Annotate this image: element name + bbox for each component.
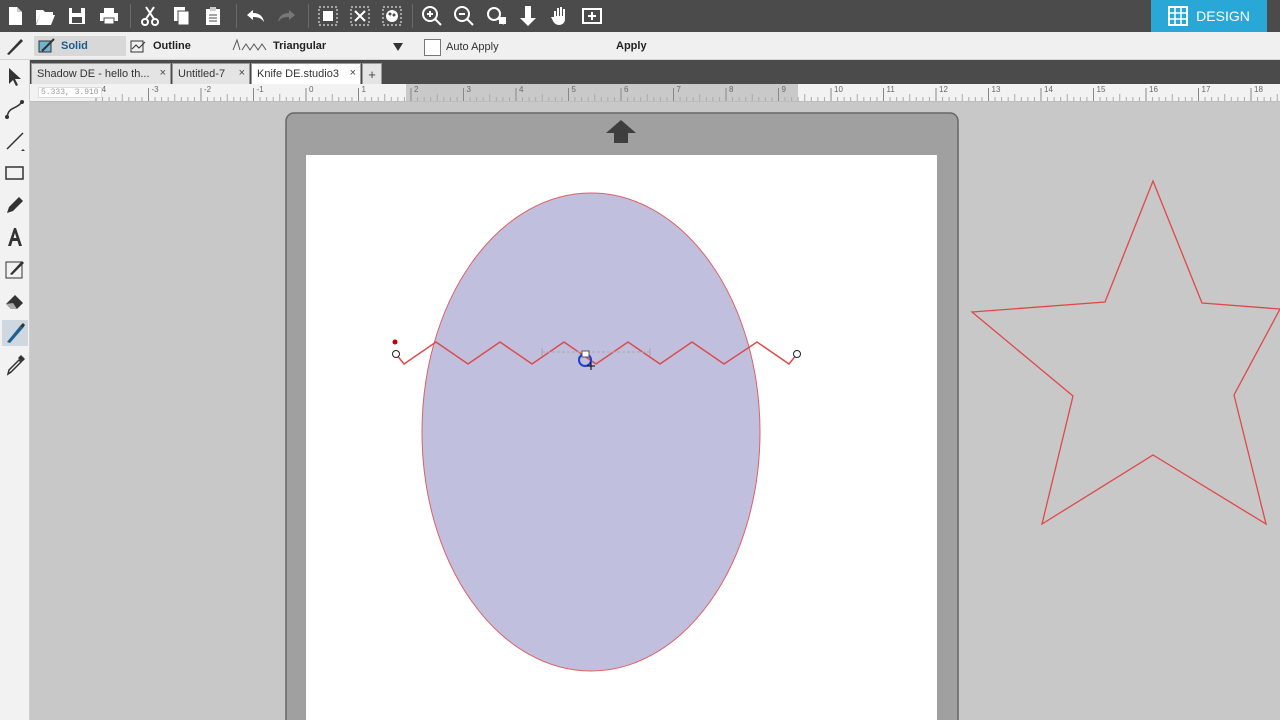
text-icon[interactable]: [2, 224, 28, 250]
ruler-label: 18: [1254, 85, 1263, 94]
eraser-icon[interactable]: [2, 288, 28, 314]
ruler-label: 15: [1096, 85, 1106, 94]
ruler-label: -2: [204, 85, 212, 94]
knife-icon[interactable]: [2, 320, 28, 346]
design-button-label: DESIGN: [1196, 8, 1250, 24]
zoom-in-icon[interactable]: [419, 3, 445, 29]
ruler-label: 10: [834, 85, 843, 94]
triangular-icon: [232, 38, 267, 51]
solid-label: Solid: [61, 40, 88, 52]
ruler-label: 2: [414, 85, 419, 94]
new-icon[interactable]: [2, 3, 28, 29]
ruler-label: 8: [729, 85, 734, 94]
solid-option[interactable]: Solid: [34, 36, 126, 56]
cut-style-dropdown[interactable]: Triangular: [232, 36, 326, 56]
knife-options-bar: Solid Outline Triangular Auto Apply Appl…: [0, 32, 1280, 60]
outline-label: Outline: [153, 40, 191, 52]
close-icon[interactable]: ×: [160, 67, 166, 79]
outline-icon: [130, 40, 146, 53]
line-end-handle[interactable]: [793, 350, 801, 358]
line-icon[interactable]: [2, 128, 28, 154]
ruler-label: 1: [361, 85, 366, 94]
tab-shadow-de[interactable]: Shadow DE - hello th... ×: [31, 63, 171, 84]
left-toolbox: [0, 60, 30, 720]
cursor-coordinates: 5.333, 3.910: [38, 87, 102, 98]
select-icon[interactable]: [2, 64, 28, 90]
document-tabs: Shadow DE - hello th... × Untitled-7 × K…: [30, 60, 1280, 84]
auto-apply-option[interactable]: Auto Apply: [424, 37, 499, 57]
ruler-label: -1: [256, 85, 264, 94]
ruler-label: 4: [519, 85, 524, 94]
anchor-point[interactable]: [392, 339, 398, 345]
star-shape[interactable]: [970, 179, 1280, 526]
add-tab-button[interactable]: +: [362, 63, 382, 84]
ruler-label: 16: [1149, 85, 1158, 94]
main-toolbar: DESIGN: [0, 0, 1280, 32]
ruler-label: 12: [939, 85, 948, 94]
tab-label: Untitled-7: [178, 68, 226, 80]
tab-label: Shadow DE - hello th...: [37, 68, 150, 80]
ellipse-shape[interactable]: [421, 192, 761, 672]
fit-page-icon[interactable]: [579, 3, 605, 29]
ruler-label: 11: [886, 85, 895, 94]
ruler-label: 17: [1201, 85, 1211, 94]
tab-label: Knife DE.studio3: [257, 68, 339, 80]
triangular-label: Triangular: [273, 40, 327, 52]
ruler-label: 5: [571, 85, 576, 94]
redo-icon[interactable]: [274, 3, 300, 29]
line-start-handle[interactable]: [392, 350, 400, 358]
ruler-label: 6: [624, 85, 629, 94]
node-edit-icon[interactable]: [2, 96, 28, 122]
deselect-icon[interactable]: [347, 3, 373, 29]
tab-knife-de[interactable]: Knife DE.studio3 ×: [251, 63, 361, 84]
ruler-ticks: [95, 88, 1278, 101]
auto-apply-label: Auto Apply: [446, 41, 499, 53]
ruler-label: 3: [466, 85, 471, 94]
ruler-label: 14: [1044, 85, 1053, 94]
zoom-out-icon[interactable]: [451, 3, 477, 29]
ruler-label: 9: [781, 85, 786, 94]
print-icon[interactable]: [96, 3, 122, 29]
close-icon[interactable]: ×: [239, 67, 245, 79]
knife-tool-indicator-icon: [4, 36, 26, 56]
eyedropper-icon[interactable]: [2, 352, 28, 378]
ruler-label: 7: [676, 85, 681, 94]
design-canvas[interactable]: [30, 102, 1280, 720]
solid-icon: [38, 38, 55, 53]
close-icon[interactable]: ×: [350, 67, 356, 79]
dropdown-arrow-icon[interactable]: [392, 40, 404, 52]
auto-apply-checkbox[interactable]: [424, 38, 441, 56]
pencil-icon[interactable]: [2, 192, 28, 218]
outline-option[interactable]: Outline: [130, 36, 191, 56]
undo-icon[interactable]: [242, 3, 268, 29]
horizontal-ruler: -4 -3 -2 -1 0 1 2 3 4 5 6 7 8 9 10 11 12 13 14 15 16 17 18 5.3…: [30, 84, 1280, 102]
ruler-label: -3: [151, 85, 159, 94]
select-by-color-icon[interactable]: [379, 3, 405, 29]
paste-icon[interactable]: [200, 3, 226, 29]
apply-button[interactable]: Apply: [616, 36, 647, 56]
ruler-label: 13: [991, 85, 1001, 94]
pan-icon[interactable]: [547, 3, 573, 29]
save-icon[interactable]: [64, 3, 90, 29]
grid-icon: [1168, 6, 1189, 26]
move-handle[interactable]: [581, 350, 590, 358]
zoom-fit-icon[interactable]: [483, 3, 509, 29]
select-all-icon[interactable]: [315, 3, 341, 29]
tab-untitled-7[interactable]: Untitled-7 ×: [172, 63, 250, 84]
apply-label: Apply: [616, 40, 647, 52]
design-button[interactable]: DESIGN: [1151, 0, 1267, 32]
sketch-icon[interactable]: [2, 256, 28, 282]
cut-icon[interactable]: [137, 3, 163, 29]
copy-icon[interactable]: [168, 3, 194, 29]
open-icon[interactable]: [32, 3, 58, 29]
rectangle-icon[interactable]: [2, 160, 28, 186]
move-down-icon[interactable]: [515, 3, 541, 29]
ruler-label: 0: [309, 85, 314, 94]
